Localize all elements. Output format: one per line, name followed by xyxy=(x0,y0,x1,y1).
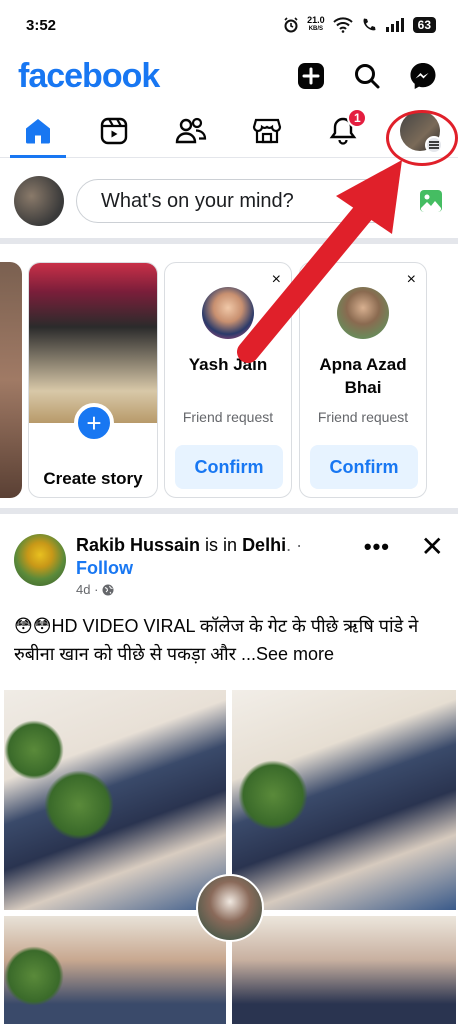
menu-icon xyxy=(424,135,443,154)
composer-input[interactable]: What's on your mind? xyxy=(76,179,396,223)
friends-icon xyxy=(175,117,206,143)
notification-badge: 1 xyxy=(347,108,368,128)
post-image-detail xyxy=(238,760,308,830)
net-speed-unit: KB/S xyxy=(308,26,324,32)
overlay-avatar xyxy=(196,874,264,942)
follow-button[interactable]: Follow xyxy=(76,556,302,580)
post-image[interactable] xyxy=(230,688,458,912)
friend-request-card[interactable]: × Apna Azad Bhai Friend request Confirm xyxy=(299,262,427,498)
post-suffix: . · xyxy=(286,535,303,555)
see-more-link[interactable]: See more xyxy=(256,644,334,664)
confirm-button[interactable]: Confirm xyxy=(310,445,418,489)
header-actions xyxy=(292,57,442,95)
signal-icon xyxy=(385,18,404,32)
friend-avatar xyxy=(337,287,389,339)
friend-request-card[interactable]: × Yash Jain Friend request Confirm xyxy=(164,262,292,498)
store-icon xyxy=(253,118,282,143)
post-image[interactable] xyxy=(2,688,228,912)
user-avatar[interactable] xyxy=(14,176,64,226)
wifi-icon xyxy=(332,17,353,33)
post-body: 😳😳HD VIDEO VIRAL कॉलेज के गेट के पीछे ऋष… xyxy=(14,616,419,664)
search-button[interactable] xyxy=(348,57,386,95)
feed-post: Rakib Hussain is in Delhi. · Follow 4d ·… xyxy=(0,522,458,1024)
friend-name: Apna Azad Bhai xyxy=(319,355,407,397)
post-connector: is in xyxy=(200,535,243,555)
profile-avatar xyxy=(399,110,443,154)
post-time-label: 4d · xyxy=(76,582,99,597)
post-author-line: Rakib Hussain is in Delhi. · xyxy=(76,534,302,556)
photo-icon[interactable] xyxy=(418,188,444,214)
stories-row: + Create story × Yash Jain Friend reques… xyxy=(0,260,458,500)
post-image-grid[interactable] xyxy=(0,688,458,1024)
tab-profile-menu[interactable] xyxy=(382,104,458,157)
net-speed-value: 21.0 xyxy=(307,15,325,25)
post-author-avatar[interactable] xyxy=(14,534,66,586)
post-image-detail xyxy=(4,720,64,780)
battery-indicator: 63 xyxy=(412,17,436,33)
call-icon xyxy=(363,18,376,31)
post-place[interactable]: Delhi xyxy=(242,535,286,555)
post-time: 4d · xyxy=(76,582,302,597)
post-image-detail xyxy=(44,770,114,840)
friend-subtitle: Friend request xyxy=(317,409,409,425)
tab-notifications[interactable]: 1 xyxy=(305,104,381,157)
tab-reels[interactable] xyxy=(76,104,152,157)
facebook-logo: facebook xyxy=(18,56,160,95)
alarm-icon xyxy=(284,17,298,33)
confirm-button[interactable]: Confirm xyxy=(175,445,283,489)
post-meta: Rakib Hussain is in Delhi. · Follow 4d · xyxy=(76,534,302,597)
tab-friends[interactable] xyxy=(153,104,229,157)
friend-name: Yash Jain xyxy=(188,355,268,374)
tab-marketplace[interactable] xyxy=(229,104,305,157)
story-card-partial[interactable] xyxy=(0,262,22,498)
section-separator xyxy=(0,508,458,514)
friend-subtitle: Friend request xyxy=(182,409,274,425)
post-author-name[interactable]: Rakib Hussain xyxy=(76,535,200,555)
post-image[interactable] xyxy=(230,914,458,1024)
add-story-plus-icon: + xyxy=(74,403,114,443)
close-icon[interactable]: ✕ xyxy=(421,530,444,563)
status-bar: 3:52 21.0 KB/S 63 xyxy=(0,0,458,50)
search-icon xyxy=(355,64,380,89)
dismiss-close-icon[interactable]: × xyxy=(407,271,416,289)
status-time: 3:52 xyxy=(26,16,57,34)
globe-icon xyxy=(102,584,114,595)
messenger-button[interactable] xyxy=(404,57,442,95)
post-image-detail xyxy=(4,946,64,1006)
create-story-card[interactable]: + Create story xyxy=(28,262,158,498)
post-composer: What's on your mind? xyxy=(0,170,458,232)
friend-avatar xyxy=(202,287,254,339)
video-icon xyxy=(101,117,128,144)
dismiss-close-icon[interactable]: × xyxy=(272,271,281,289)
more-options-icon[interactable]: ••• xyxy=(364,534,390,560)
create-story-photo xyxy=(29,263,157,423)
net-speed: 21.0 KB/S xyxy=(307,16,325,34)
messenger-icon xyxy=(410,63,436,89)
create-button[interactable] xyxy=(292,57,330,95)
post-image[interactable] xyxy=(2,914,228,1024)
plus-icon xyxy=(298,63,324,89)
post-text: 😳😳HD VIDEO VIRAL कॉलेज के गेट के पीछे ऋष… xyxy=(0,596,458,686)
home-icon xyxy=(26,118,51,143)
section-separator xyxy=(0,238,458,244)
create-story-label: Create story xyxy=(43,469,143,488)
status-icons: 21.0 KB/S 63 xyxy=(283,16,436,34)
tab-home[interactable] xyxy=(0,104,76,158)
app-header: facebook xyxy=(0,52,458,100)
post-header: Rakib Hussain is in Delhi. · Follow 4d ·… xyxy=(0,522,458,597)
main-tab-bar: 1 xyxy=(0,104,458,158)
